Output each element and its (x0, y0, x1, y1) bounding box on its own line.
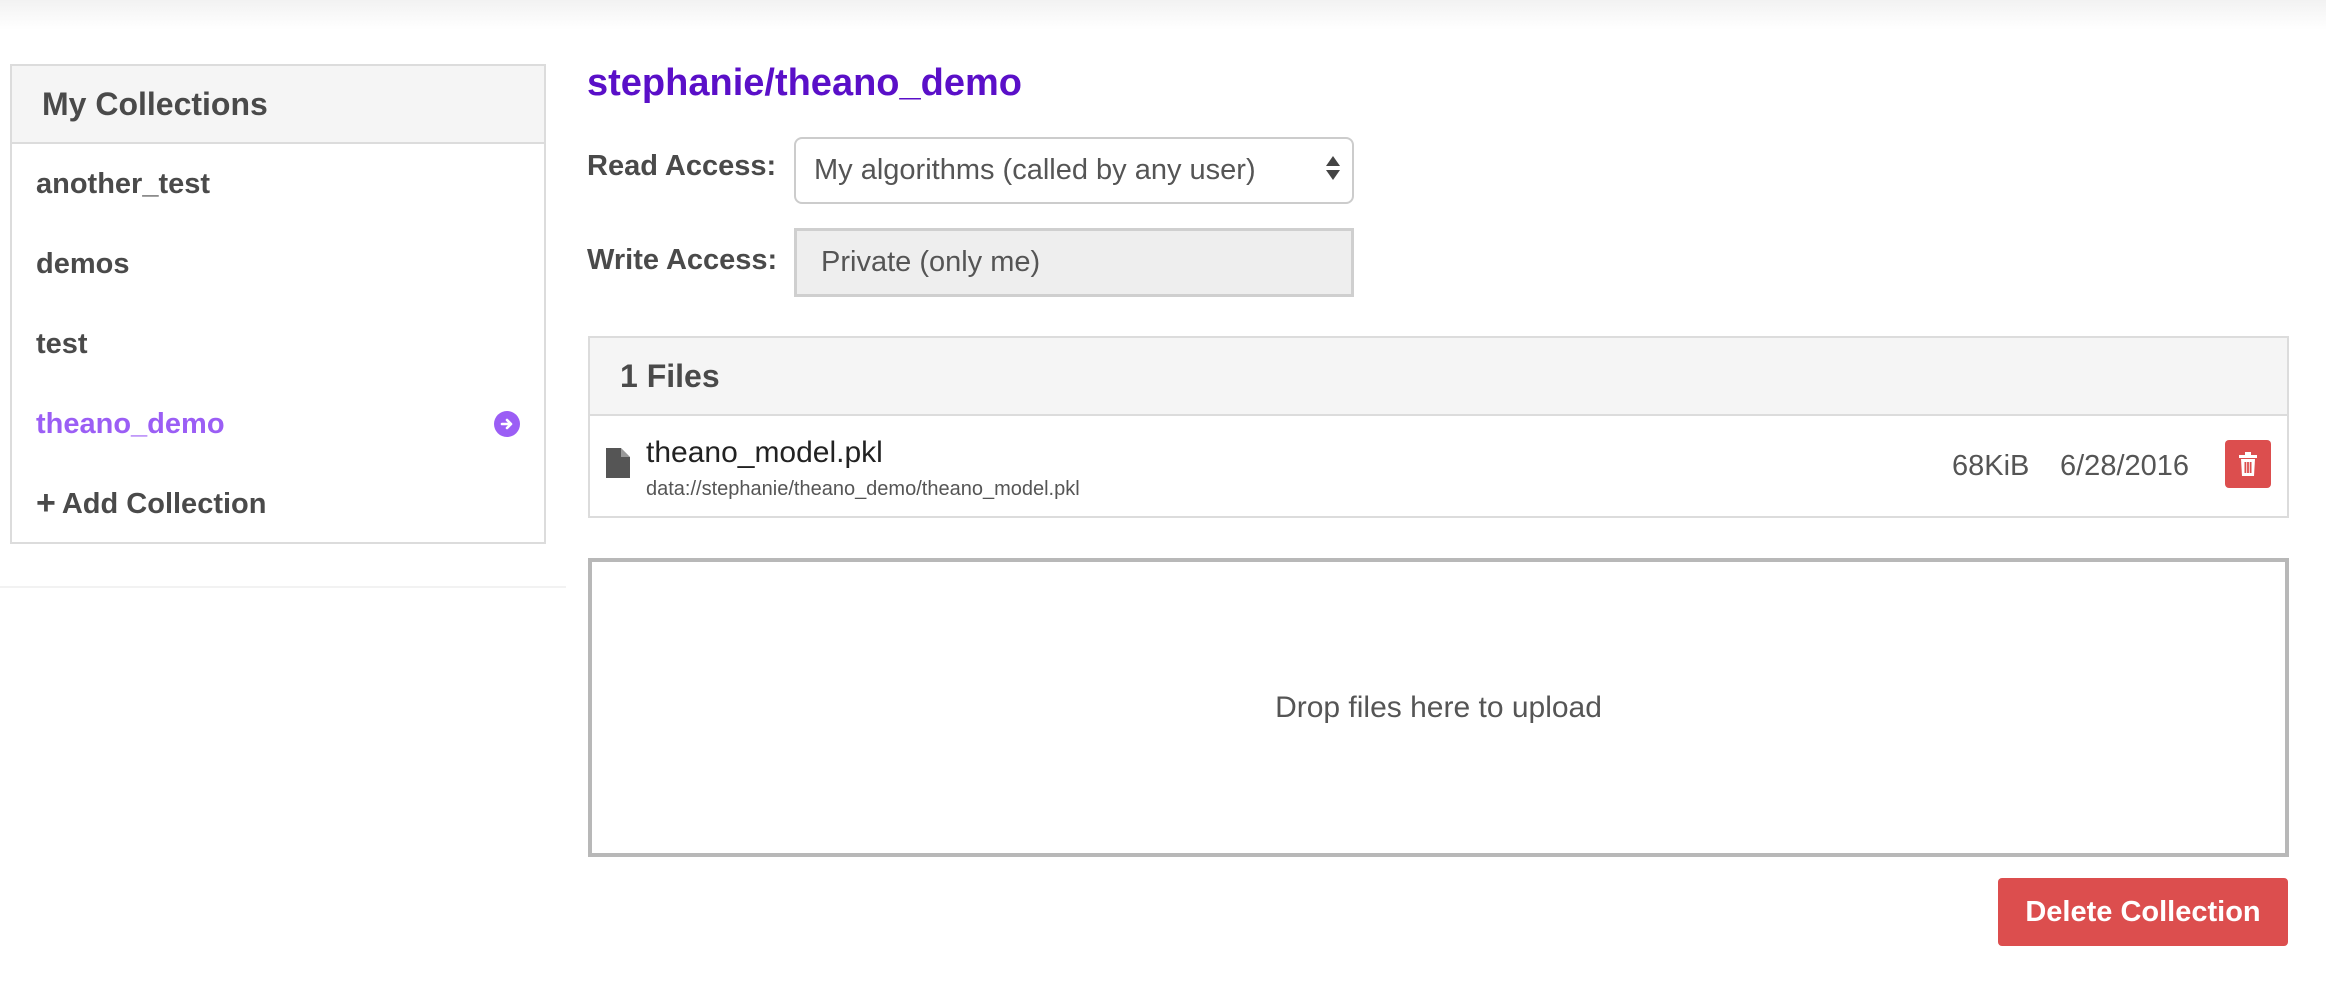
write-access-value: Private (only me) (821, 246, 1041, 278)
file-icon (606, 448, 630, 483)
sidebar-item-label: test (36, 327, 88, 360)
delete-collection-button[interactable]: Delete Collection (1998, 878, 2288, 946)
add-collection-button[interactable]: + Add Collection (12, 464, 544, 544)
sidebar-item-theano-demo[interactable]: theano_demo (12, 384, 544, 464)
sidebar-item-label: demos (36, 247, 130, 280)
add-collection-label: Add Collection (61, 487, 267, 520)
file-path: data://stephanie/theano_demo/theano_mode… (646, 478, 1080, 500)
sidebar-item-test[interactable]: test (12, 304, 544, 384)
file-row[interactable]: theano_model.pkl data://stephanie/theano… (590, 416, 2287, 516)
select-arrows-icon (1326, 156, 1340, 180)
sidebar-item-another-test[interactable]: another_test (12, 144, 544, 224)
write-access-label: Write Access: (587, 244, 778, 276)
trash-icon (2239, 452, 2257, 476)
files-panel: 1 Files theano_model.pkl data://stephani… (588, 336, 2289, 518)
arrow-circle-right-icon (494, 411, 520, 437)
sidebar-divider (0, 586, 566, 588)
sidebar-title: My Collections (12, 66, 544, 144)
read-access-value: My algorithms (called by any user) (814, 154, 1256, 186)
sidebar-item-label: theano_demo (36, 407, 225, 440)
file-dropzone[interactable]: Drop files here to upload (588, 558, 2289, 857)
read-access-label: Read Access: (587, 150, 777, 182)
file-name[interactable]: theano_model.pkl (646, 436, 883, 470)
sidebar-item-demos[interactable]: demos (12, 224, 544, 304)
write-access-field: Private (only me) (794, 228, 1354, 297)
top-shadow (0, 0, 2326, 30)
delete-file-button[interactable] (2225, 440, 2271, 488)
read-access-select[interactable]: My algorithms (called by any user) (794, 137, 1354, 204)
collections-sidebar: My Collections another_test demos test t… (10, 64, 546, 544)
sidebar-item-label: another_test (36, 167, 211, 200)
collection-title: stephanie/theano_demo (587, 62, 1022, 104)
files-header: 1 Files (590, 338, 2287, 416)
file-size: 68KiB (1952, 450, 2030, 482)
plus-icon: + (36, 484, 56, 522)
file-date: 6/28/2016 (2060, 450, 2190, 482)
dropzone-text: Drop files here to upload (1275, 690, 1602, 724)
